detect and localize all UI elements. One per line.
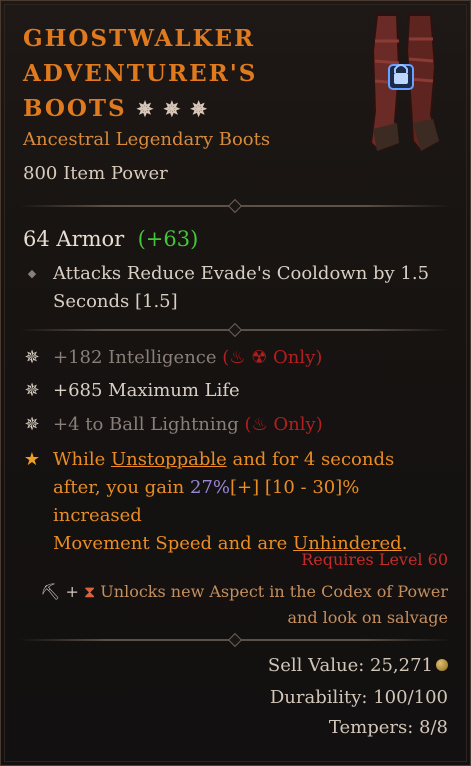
divider (19, 322, 451, 338)
affix-restriction: Only (273, 347, 316, 368)
affix-text: +4 to Ball Lightning (53, 414, 239, 435)
boots-icon (369, 14, 441, 153)
affix-text: +182 Intelligence (53, 347, 217, 368)
item-name: GHOSTWALKER ADVENTURER'S BOOTS ✵ ✵ ✵ (23, 21, 353, 127)
sell-value: Sell Value: 25,271 (268, 655, 448, 676)
item-name-line3: BOOTS (23, 95, 127, 122)
item-power: 800 Item Power (23, 163, 168, 184)
unlock-line1: Unlocks new Aspect in the Codex of Power (100, 582, 448, 601)
affix-restriction: Only (273, 414, 316, 435)
item-name-line1: GHOSTWALKER (23, 25, 256, 52)
star-icon: ✵ (136, 97, 154, 121)
class-icon: ♨ (251, 414, 268, 435)
item-type: Ancestral Legendary Boots (23, 129, 271, 150)
codex-unlock: ⛏ + ⧗ Unlocks new Aspect in the Codex of… (18, 579, 448, 631)
aspect-star-icon: ★ (23, 449, 41, 470)
affix-star-icon: ✵ (24, 347, 40, 368)
class-icon: ♨ (229, 347, 246, 368)
divider (19, 198, 451, 214)
durability: Durability: 100/100 (269, 687, 448, 708)
implicit-line2: Seconds [1.5] (53, 291, 178, 312)
diamond-bullet-icon: ◆ (27, 267, 37, 280)
star-icon: ✵ (190, 97, 207, 121)
keyword-unstoppable[interactable]: Unstoppable (111, 449, 227, 470)
unlock-line2: and look on salvage (287, 608, 448, 627)
affix-star-icon: ✵ (24, 414, 40, 435)
salvage-icon: ⛏ (40, 582, 61, 601)
item-name-line2: ADVENTURER'S (23, 60, 258, 87)
level-requirement: Requires Level 60 (301, 550, 448, 569)
codex-icon: ⧗ (83, 582, 96, 601)
armor-stat: 64 Armor (+63) (23, 227, 198, 251)
affix-text: +685 Maximum Life (53, 380, 240, 401)
class-icon: ☢ (251, 347, 268, 368)
armor-value: 64 Armor (23, 227, 125, 251)
aspect-value: 27% (190, 477, 231, 498)
item-tooltip: GHOSTWALKER ADVENTURER'S BOOTS ✵ ✵ ✵ Ancest… (0, 0, 471, 766)
implicit-line1: Attacks Reduce Evade's Cooldown by 1.5 (53, 263, 430, 284)
affix-star-icon: ✵ (24, 380, 40, 401)
coin-icon (436, 659, 448, 671)
star-icon: ✵ (163, 97, 181, 121)
tempers: Tempers: 8/8 (328, 717, 448, 738)
divider (19, 632, 451, 648)
armor-bonus: (+63) (137, 227, 199, 251)
lock-icon (388, 64, 414, 90)
